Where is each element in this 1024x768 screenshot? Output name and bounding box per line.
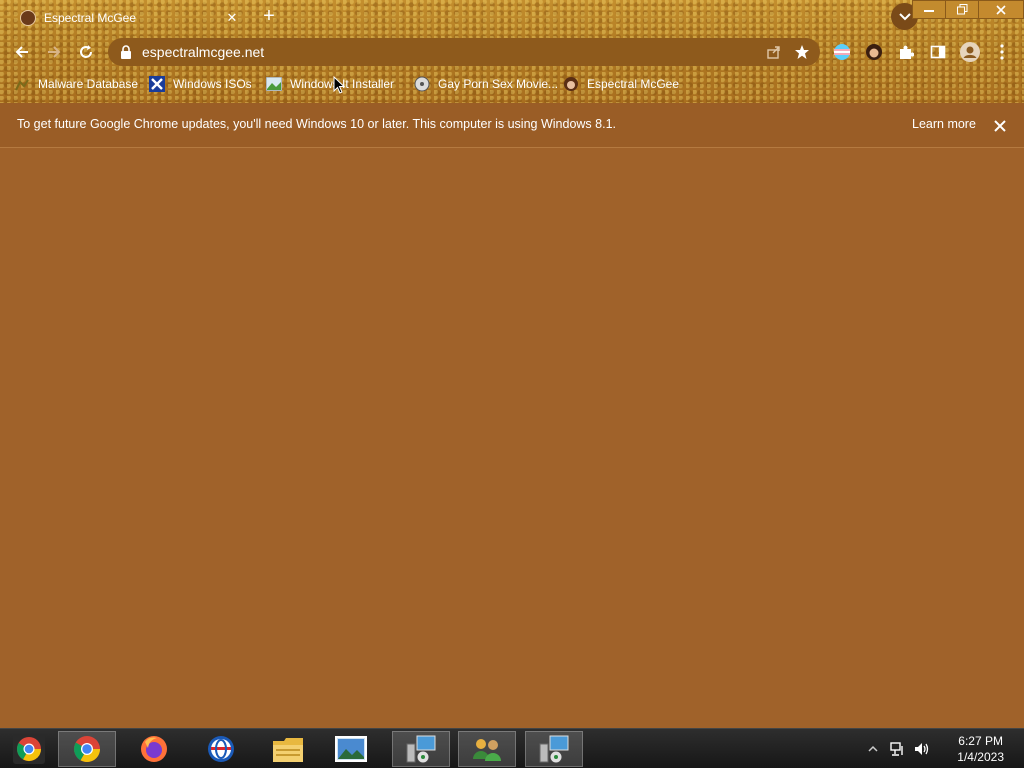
window-controls	[912, 0, 1024, 19]
update-infobar: To get future Google Chrome updates, you…	[0, 103, 1024, 148]
taskbar-network-setup-2[interactable]	[525, 731, 583, 767]
site-favicon-icon	[20, 10, 36, 26]
firefox-icon	[141, 736, 167, 762]
minimize-button[interactable]	[912, 0, 946, 19]
learn-more-link[interactable]: Learn more	[912, 117, 976, 131]
profile-icon	[960, 42, 980, 62]
taskbar-photos[interactable]	[322, 731, 380, 767]
close-icon	[996, 4, 1006, 15]
bookmark-label: Espectral McGee	[587, 77, 680, 91]
close-window-button[interactable]	[978, 0, 1024, 19]
bookmark-gay-porn-sex-movie[interactable]: Gay Porn Sex Movie...	[414, 73, 558, 95]
clock-time: 6:27 PM	[958, 734, 1003, 748]
bookmark-espectral-mcgee[interactable]: Espectral McGee	[563, 73, 679, 95]
avatar-extension-icon	[866, 44, 882, 60]
reload-icon	[80, 45, 92, 58]
bookmark-label: Gay Porn Sex Movie...	[438, 77, 559, 91]
bookmark-windows-isos[interactable]: Windows ISOs	[149, 73, 252, 95]
side-panel-button[interactable]	[926, 40, 950, 64]
start-button[interactable]	[0, 731, 58, 767]
tab-title: Espectral McGee	[44, 11, 137, 25]
file-explorer-icon	[273, 738, 303, 762]
network-setup-icon	[406, 735, 436, 764]
back-button[interactable]	[10, 40, 34, 64]
users-icon	[473, 739, 501, 761]
avatar-icon	[563, 76, 579, 92]
share-button[interactable]	[760, 38, 788, 66]
bookmark-windows-installer[interactable]: Windows It Installer	[266, 73, 394, 95]
chrome-icon	[74, 736, 101, 763]
extension-flag-button[interactable]	[830, 40, 854, 64]
extensions-button[interactable]	[894, 40, 918, 64]
bookmark-malware-database[interactable]: Malware Database	[14, 73, 138, 95]
close-tab-button[interactable]: ✕	[224, 10, 240, 26]
bookmark-label: Windows ISOs	[173, 77, 252, 91]
arrow-left-icon	[15, 46, 28, 58]
page-content	[0, 148, 1024, 728]
opera-icon	[208, 736, 234, 762]
infobar-message: To get future Google Chrome updates, you…	[17, 117, 616, 131]
taskbar-users[interactable]	[458, 731, 516, 767]
taskbar-firefox[interactable]	[125, 731, 183, 767]
reload-button[interactable]	[74, 40, 98, 64]
bookmark-star-button[interactable]	[788, 38, 816, 66]
minimize-icon	[924, 9, 934, 12]
extension-avatar-button[interactable]	[862, 40, 886, 64]
mouse-cursor-icon	[333, 76, 345, 94]
volume-icon[interactable]	[914, 741, 930, 757]
profile-button[interactable]	[958, 40, 982, 64]
taskbar-chrome[interactable]	[58, 731, 116, 767]
close-infobar-icon[interactable]	[992, 118, 1008, 134]
address-bar[interactable]: espectralmcgee.net	[108, 38, 820, 66]
clock-date: 1/4/2023	[957, 750, 1004, 764]
bookmarks-bar: Malware Database Windows ISOs Windows It…	[0, 73, 1024, 95]
chevron-up-icon[interactable]	[868, 745, 878, 753]
network-setup-icon	[539, 735, 569, 764]
chevron-down-icon	[898, 12, 911, 20]
bookmark-label: Malware Database	[38, 77, 139, 91]
chrome-menu-button[interactable]	[990, 40, 1014, 64]
taskbar: 6:27 PM 1/4/2023	[0, 728, 1024, 768]
chrome-start-icon	[13, 734, 45, 764]
taskbar-network-setup-1[interactable]	[392, 731, 450, 767]
restore-icon	[956, 4, 967, 15]
share-icon	[767, 46, 780, 59]
taskbar-opera[interactable]	[192, 731, 250, 767]
arrow-right-icon	[48, 46, 61, 58]
taskbar-file-explorer[interactable]	[259, 731, 317, 767]
cd-icon	[414, 76, 430, 92]
image-icon	[266, 76, 282, 92]
browser-frame: Espectral McGee ✕ + espectralmcgee.net M…	[0, 0, 1024, 103]
x-logo-icon	[149, 76, 165, 92]
url-text[interactable]: espectralmcgee.net	[142, 44, 760, 60]
flag-extension-icon	[834, 44, 850, 60]
clock[interactable]: 6:27 PM 1/4/2023	[957, 733, 1004, 765]
lock-icon[interactable]	[120, 45, 132, 59]
network-icon[interactable]	[890, 741, 906, 757]
malware-icon	[14, 76, 30, 92]
more-vertical-icon	[1000, 44, 1004, 60]
side-panel-icon	[930, 45, 946, 59]
forward-button[interactable]	[42, 40, 66, 64]
photos-icon	[335, 736, 367, 762]
tab-espectral-mcgee[interactable]: Espectral McGee ✕	[8, 3, 248, 33]
system-tray	[868, 729, 930, 768]
puzzle-icon	[900, 45, 914, 59]
star-icon	[795, 45, 809, 59]
restore-button[interactable]	[945, 0, 979, 19]
new-tab-button[interactable]: +	[258, 6, 280, 28]
